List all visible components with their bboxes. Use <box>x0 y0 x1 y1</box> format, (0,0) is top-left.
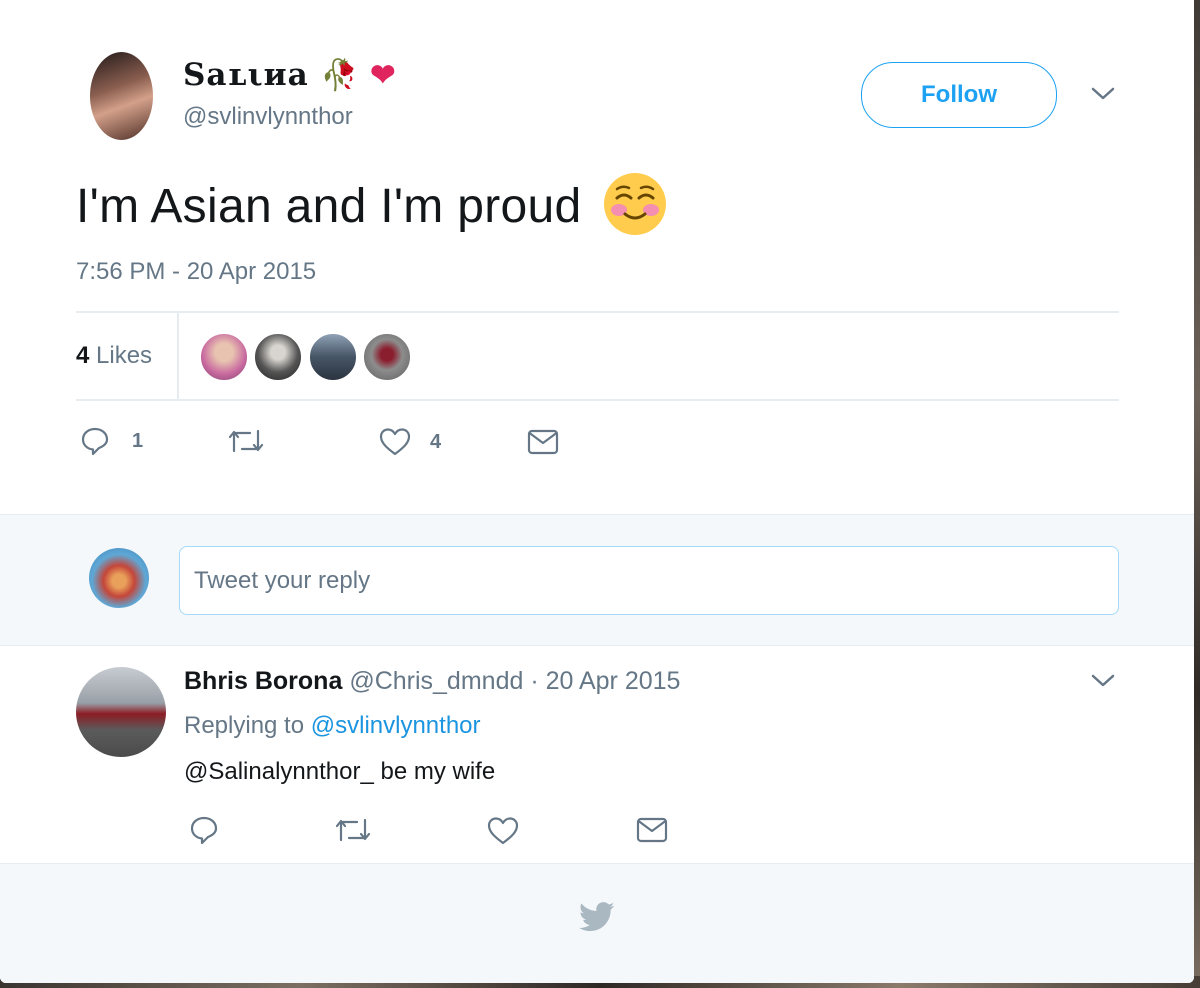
reply-date[interactable]: · 20 Apr 2015 <box>530 667 680 695</box>
reply-icon <box>80 426 110 456</box>
author-avatar[interactable] <box>90 52 153 140</box>
author-name-text: Saʟιиa <box>183 57 309 93</box>
reply-action[interactable]: 1 <box>80 426 143 456</box>
reply-author-avatar[interactable] <box>76 667 166 757</box>
reply-like-action[interactable] <box>487 816 519 846</box>
tweet-card: Saʟιиa 🥀 ❤ @svlinvlynnthor Follow I'm As… <box>0 0 1194 983</box>
reply-author-handle[interactable]: @Chris_dmndd <box>349 667 523 695</box>
author-handle[interactable]: @svlinvlynnthor <box>183 103 353 131</box>
reply-icon <box>189 815 219 845</box>
tweet-text: I'm Asian and I'm proud <box>76 172 667 236</box>
liker-avatar[interactable] <box>362 332 412 382</box>
retweet-icon <box>228 427 264 455</box>
replying-to-line: Replying to @svlinvlynnthor <box>184 712 481 740</box>
message-icon <box>636 817 668 843</box>
reply-retweet-action[interactable] <box>335 816 371 844</box>
heart-icon <box>379 427 411 457</box>
follow-button[interactable]: Follow <box>861 62 1057 128</box>
replying-to-link[interactable]: @svlinvlynnthor <box>311 712 481 739</box>
message-icon <box>527 429 559 455</box>
reply-chevron-down-icon[interactable] <box>1091 673 1115 694</box>
reply-compose-area: Tweet your reply <box>0 514 1194 646</box>
tweet-timestamp[interactable]: 7:56 PM - 20 Apr 2015 <box>76 258 316 286</box>
current-user-avatar[interactable] <box>89 548 149 608</box>
liker-avatar[interactable] <box>308 332 358 382</box>
message-action[interactable] <box>527 429 559 455</box>
retweet-action[interactable] <box>228 427 264 455</box>
twitter-bird-icon <box>579 902 615 937</box>
likes-label: Likes <box>96 342 153 369</box>
reply-author-name[interactable]: Bhris Borona <box>184 667 342 695</box>
liker-avatar[interactable] <box>199 332 249 382</box>
reply-text: @Salinalynnthor_ be my wife <box>184 758 496 785</box>
author-name[interactable]: Saʟιиa 🥀 ❤ <box>183 57 396 93</box>
divider-top <box>76 311 1119 313</box>
like-count: 4 <box>430 430 442 453</box>
liker-avatar[interactable] <box>253 332 303 382</box>
author-name-emoji: 🥀 ❤ <box>320 58 397 93</box>
smiling-blush-emoji <box>603 172 667 236</box>
likes-divider <box>177 312 179 399</box>
reply-message-action[interactable] <box>636 817 668 843</box>
retweet-icon <box>335 816 371 844</box>
likes-count: 4 <box>76 342 90 369</box>
reply-reply-action[interactable] <box>189 815 219 845</box>
card-footer <box>0 863 1194 983</box>
chevron-down-icon[interactable] <box>1091 86 1115 107</box>
reply-count: 1 <box>132 429 144 452</box>
tweet-text-body: I'm Asian and I'm proud <box>76 180 582 233</box>
reply-input[interactable]: Tweet your reply <box>179 546 1119 615</box>
replying-to-prefix: Replying to <box>184 712 305 739</box>
heart-icon <box>487 816 519 846</box>
reply-header: Bhris Borona @Chris_dmndd · 20 Apr 2015 <box>184 667 680 696</box>
divider-bottom <box>76 399 1119 401</box>
like-action[interactable]: 4 <box>379 427 441 457</box>
likes-summary[interactable]: 4 Likes <box>76 342 152 370</box>
